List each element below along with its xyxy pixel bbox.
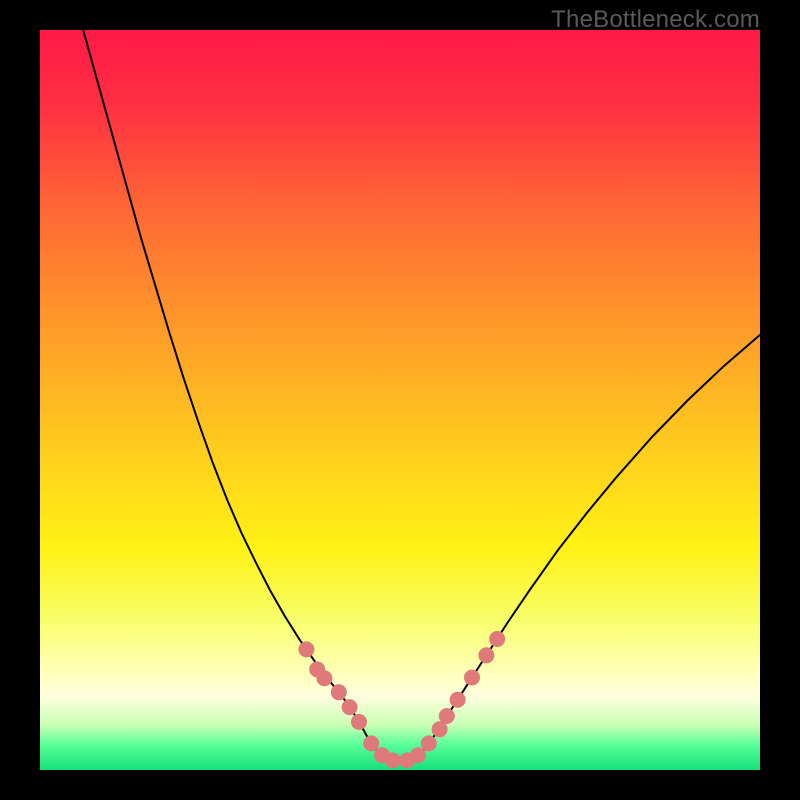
marker-point xyxy=(331,684,347,700)
marker-point xyxy=(489,631,505,647)
marker-point xyxy=(342,699,358,715)
marker-point xyxy=(316,670,332,686)
plot-area xyxy=(40,30,760,770)
marker-point xyxy=(478,647,494,663)
marker-point xyxy=(298,641,314,657)
series-right-branch xyxy=(429,335,760,744)
marker-point xyxy=(410,747,426,763)
marker-point xyxy=(385,752,401,768)
marker-point xyxy=(351,714,367,730)
marker-point xyxy=(450,692,466,708)
curve-layer xyxy=(40,30,760,770)
marker-point xyxy=(439,708,455,724)
marker-point xyxy=(421,735,437,751)
series-left-branch xyxy=(83,30,371,744)
marker-point xyxy=(464,670,480,686)
chart-container: TheBottleneck.com xyxy=(0,0,800,800)
marker-point xyxy=(363,735,379,751)
